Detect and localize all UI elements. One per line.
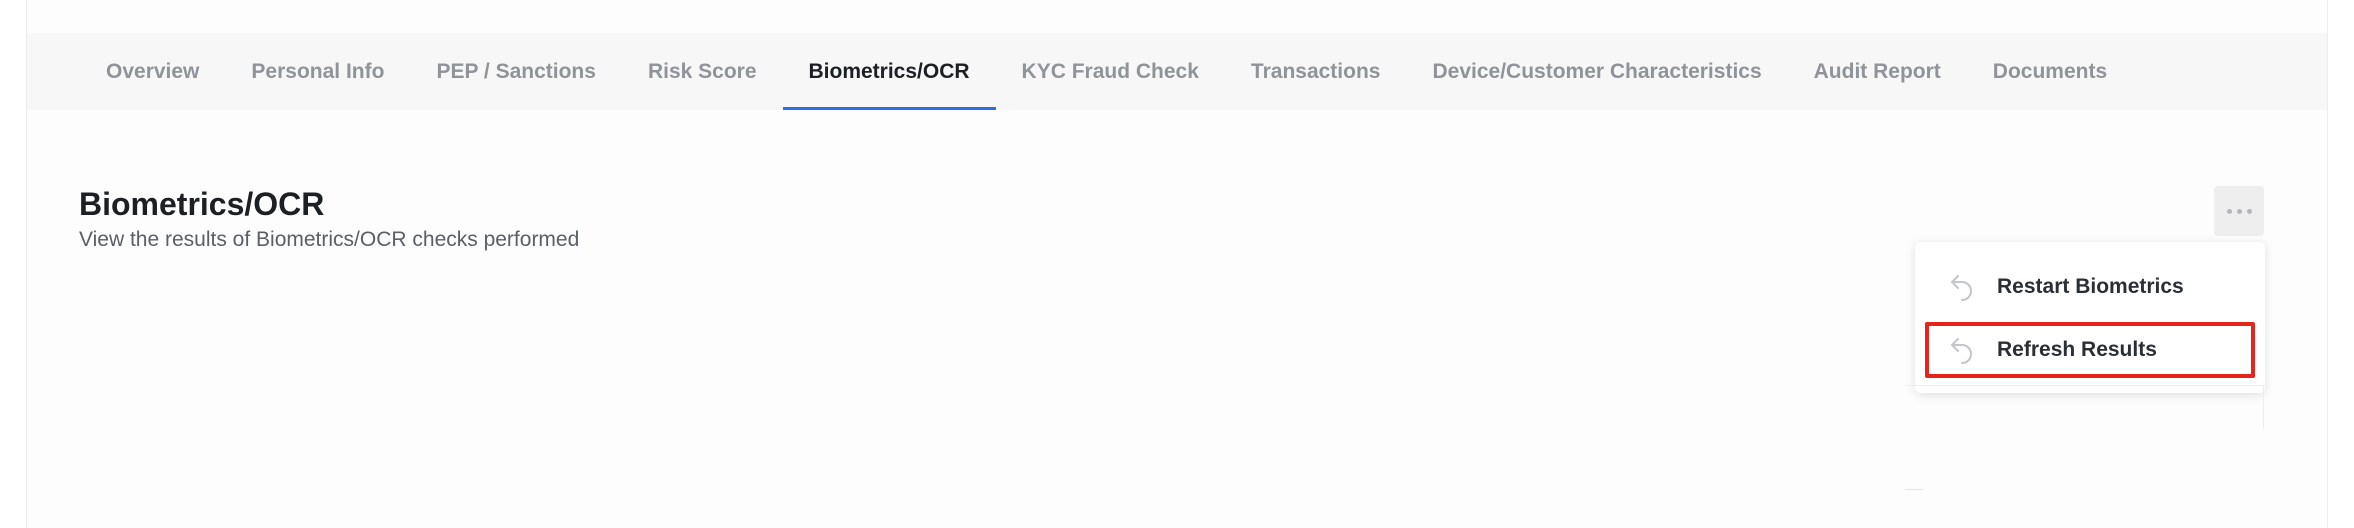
undo-arrow-icon [1947, 272, 1977, 302]
more-horizontal-icon-dot [2236, 208, 2242, 214]
undo-arrow-icon [1947, 335, 1977, 365]
more-horizontal-icon [2226, 208, 2232, 214]
tab-overview[interactable]: Overview [80, 33, 225, 110]
refresh-results-menu-item[interactable]: Refresh Results [1925, 322, 2255, 378]
divider [1905, 489, 1923, 490]
tab-list: Overview Personal Info PEP / Sanctions R… [80, 33, 2133, 110]
restart-biometrics-menu-item[interactable]: Restart Biometrics [1925, 259, 2255, 315]
tab-personal-info[interactable]: Personal Info [225, 33, 410, 110]
tab-device-customer-characteristics[interactable]: Device/Customer Characteristics [1406, 33, 1787, 110]
section-title: Biometrics/OCR [79, 186, 325, 222]
tab-pep-sanctions[interactable]: PEP / Sanctions [410, 33, 622, 110]
section-subtitle: View the results of Biometrics/OCR check… [79, 228, 580, 251]
tab-kyc-fraud-check[interactable]: KYC Fraud Check [996, 33, 1225, 110]
restart-biometrics-label: Restart Biometrics [1997, 275, 2184, 298]
tab-transactions[interactable]: Transactions [1225, 33, 1407, 110]
tab-risk-score[interactable]: Risk Score [622, 33, 783, 110]
tab-bar: Overview Personal Info PEP / Sanctions R… [26, 33, 2328, 110]
tab-documents[interactable]: Documents [1967, 33, 2133, 110]
more-options-button[interactable] [2214, 186, 2264, 236]
more-horizontal-icon-dot [2246, 208, 2252, 214]
tab-audit-report[interactable]: Audit Report [1788, 33, 1967, 110]
divider [1905, 385, 2265, 386]
refresh-results-label: Refresh Results [1997, 338, 2157, 361]
divider [2263, 385, 2264, 429]
page: Overview Personal Info PEP / Sanctions R… [0, 0, 2354, 528]
tab-biometrics-ocr[interactable]: Biometrics/OCR [782, 33, 996, 110]
actions-dropdown-menu: Restart Biometrics Refresh Results [1915, 242, 2265, 393]
